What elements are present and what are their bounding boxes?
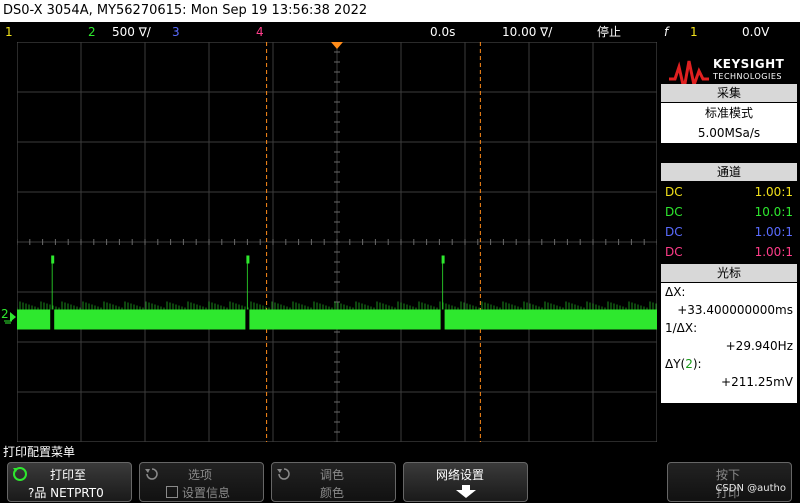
status-bar: 1 2 500 ∇/ 3 4 0.0s 10.00 ∇/ 停止 f 1 0.0V <box>0 22 800 42</box>
delay-readout: 0.0s <box>430 25 456 39</box>
dy-value: +211.25mV <box>721 375 793 389</box>
channel-coupling: DC <box>665 205 683 219</box>
channels-header: 通道 <box>661 163 797 181</box>
inv-dx-value: +29.940Hz <box>725 339 793 353</box>
menu-title: 打印配置菜单 <box>3 445 76 459</box>
waveform-display[interactable] <box>17 42 657 442</box>
channel-probe-ratio: 10.0:1 <box>754 205 793 219</box>
side-panel: KEYSIGHT TECHNOLOGIES 采集 标准模式 5.00MSa/s … <box>658 42 800 442</box>
ch4-indicator[interactable]: 4 <box>256 22 264 42</box>
entry-knob-icon <box>13 467 27 481</box>
channel-row-2[interactable]: DC 10.0:1 <box>661 202 797 222</box>
pulse-gap <box>440 309 445 330</box>
waveform-band <box>17 309 657 330</box>
pulse-gap <box>50 309 55 330</box>
channel-row-3[interactable]: DC 1.00:1 <box>661 222 797 242</box>
channel-coupling: DC <box>665 185 683 199</box>
entry-knob-icon <box>145 468 158 480</box>
print-to-label: 打印至 <box>50 468 87 482</box>
channel-probe-ratio: 1.00:1 <box>754 245 793 259</box>
palette-softkey[interactable]: 调色 颜色 <box>271 462 396 502</box>
ch3-indicator[interactable]: 3 <box>172 22 180 42</box>
press-label: 按下 <box>716 468 741 482</box>
press-to-print-softkey[interactable]: 按下 打印 <box>667 462 792 502</box>
trigger-level: 0.0V <box>742 25 770 39</box>
trigger-edge-icon: f <box>664 25 669 39</box>
channel-probe-ratio: 1.00:1 <box>754 185 793 199</box>
channels-box[interactable]: DC 1.00:1 DC 10.0:1 DC 1.00:1 DC 1.00:1 <box>661 182 797 262</box>
acquire-header: 采集 <box>661 84 797 102</box>
channel-coupling: DC <box>665 225 683 239</box>
options-label: 选项 <box>188 468 213 482</box>
run-state: 停止 <box>597 25 622 39</box>
window-title: DS0-X 3054A, MY56270615: Mon Sep 19 13:5… <box>0 0 800 22</box>
ch2-scale: 500 ∇/ <box>112 25 151 39</box>
setup-info-checkbox[interactable] <box>166 486 178 498</box>
options-sub: 设置信息 <box>166 484 230 501</box>
channel-row-1[interactable]: DC 1.00:1 <box>661 182 797 202</box>
logo-sub: TECHNOLOGIES <box>713 72 782 81</box>
channel-probe-ratio: 1.00:1 <box>754 225 793 239</box>
network-label: 网络设置 <box>436 468 485 482</box>
ch2-indicator[interactable]: 2 <box>88 22 96 42</box>
palette-sub: 颜色 <box>320 486 345 500</box>
ground-icon <box>4 312 16 324</box>
print-to-value: ?品 NETPRT0 <box>28 486 104 500</box>
dx-label: ΔX: <box>665 285 686 299</box>
channel-coupling: DC <box>665 245 683 259</box>
channel-row-4[interactable]: DC 1.00:1 <box>661 242 797 262</box>
logo-brand: KEYSIGHT <box>713 57 785 71</box>
options-softkey[interactable]: 选项 设置信息 <box>139 462 264 502</box>
ch1-indicator[interactable]: 1 <box>5 22 13 42</box>
sample-rate: 5.00MSa/s <box>697 126 761 140</box>
network-settings-softkey[interactable]: 网络设置 <box>403 462 528 502</box>
dy-label: ΔY(2): <box>665 357 702 371</box>
acquire-mode: 标准模式 <box>704 106 753 120</box>
graticule <box>17 42 657 442</box>
pulse-gap <box>245 309 250 330</box>
timebase-readout: 10.00 ∇/ <box>502 25 553 39</box>
acquire-box[interactable]: 标准模式 5.00MSa/s <box>661 103 797 143</box>
dx-value: +33.400000000ms <box>677 303 793 317</box>
entry-knob-icon <box>277 468 290 480</box>
arrow-down-icon <box>456 485 476 498</box>
palette-label: 调色 <box>320 468 345 482</box>
print-to-softkey[interactable]: 打印至 ?品 NETPRT0 <box>7 462 132 502</box>
inv-dx-label: 1/ΔX: <box>665 321 698 335</box>
cursors-header: 光标 <box>661 264 797 282</box>
cursors-box[interactable]: ΔX: +33.400000000ms 1/ΔX: +29.940Hz ΔY(2… <box>661 283 797 403</box>
trigger-channel: 1 <box>690 25 698 39</box>
watermark: CSDN @autho <box>715 483 786 494</box>
ch2-ground-marker[interactable]: 2 <box>0 307 17 327</box>
